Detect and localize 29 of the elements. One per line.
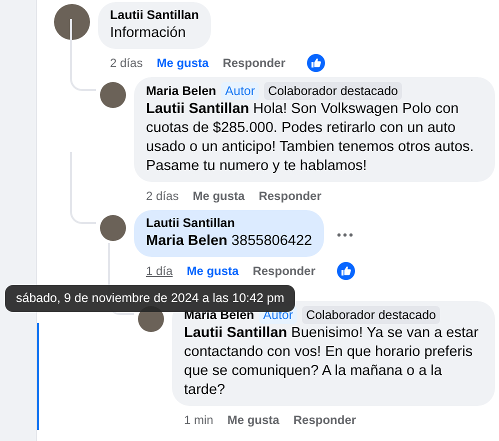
date-tooltip: sábado, 9 de noviembre de 2024 a las 10:42 pm	[5, 285, 296, 312]
avatar[interactable]	[100, 82, 126, 108]
timestamp-link[interactable]: 2 días	[146, 189, 179, 203]
comment-text: Maria Belen 3855806422	[146, 232, 312, 251]
author-name[interactable]: Lautii Santillan	[110, 7, 199, 24]
like-link[interactable]: Me gusta	[227, 413, 280, 427]
comment-text: Lautii Santillan Buenisimo! Ya se van a estar contactando con vos! En que horario preferis que se comuniquen? A la mañana o a la tarde?	[184, 324, 480, 400]
reply-link[interactable]: Responder	[252, 264, 316, 278]
avatar[interactable]	[54, 4, 90, 40]
author-name[interactable]: Maria Belen	[146, 82, 216, 100]
thread-connector	[70, 152, 96, 224]
author-name[interactable]: Lautii Santillan	[146, 215, 235, 232]
comment-text: Lautii Santillan Hola! Son Volkswagen Polo con cuotas de $285.000. Podes retirarlo con un auto usado o un anticipo! Tambien tenemos otros autos. Pasame tu numero y te hablamos!	[146, 100, 475, 176]
like-link[interactable]: Me gusta	[156, 56, 209, 70]
comment-text: Información	[110, 24, 187, 43]
timestamp-link[interactable]: 2 días	[110, 56, 143, 70]
like-link[interactable]: Me gusta	[192, 189, 245, 203]
reply-link[interactable]: Responder	[258, 189, 322, 203]
timestamp-link[interactable]: 1 día	[146, 264, 173, 278]
more-icon[interactable]	[336, 232, 354, 238]
like-link[interactable]: Me gusta	[186, 264, 239, 278]
author-tag: Autor	[221, 82, 260, 100]
reply-link[interactable]: Responder	[222, 56, 286, 70]
avatar[interactable]	[100, 215, 126, 241]
contributor-tag: Colaborador destacado	[264, 82, 402, 100]
reply-link[interactable]: Responder	[293, 413, 356, 427]
thread-connector	[70, 19, 96, 91]
timestamp-link[interactable]: 1 min	[184, 413, 214, 427]
contributor-tag: Colaborador destacado	[302, 306, 440, 324]
